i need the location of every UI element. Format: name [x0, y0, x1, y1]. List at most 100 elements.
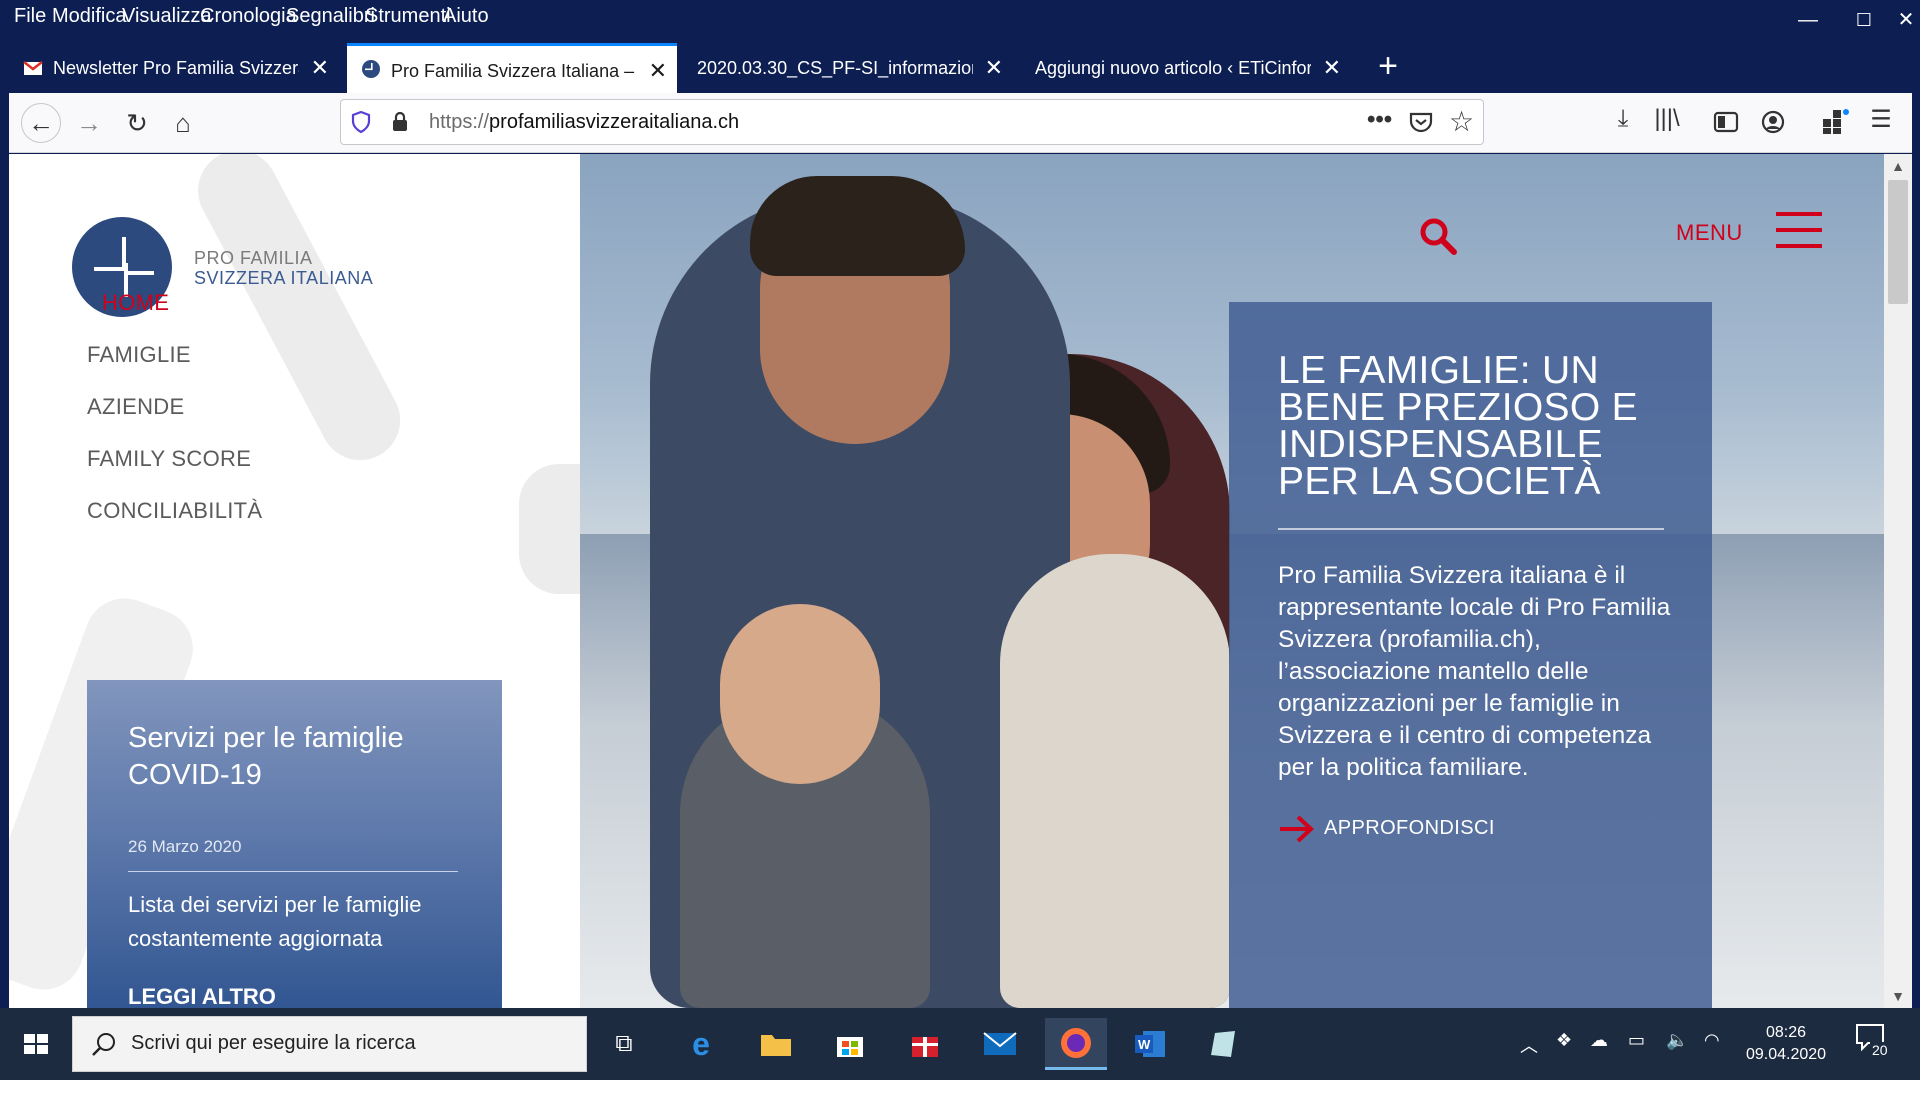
lock-icon[interactable] — [391, 111, 409, 133]
extensions-icon[interactable] — [1821, 109, 1849, 135]
forward-icon[interactable]: → — [71, 105, 107, 141]
pocket-icon[interactable] — [1409, 111, 1433, 133]
windows-taskbar: Scrivi qui per eseguire la ricerca ⧉ e W… — [0, 1008, 1920, 1080]
store-icon[interactable] — [822, 1018, 878, 1070]
nav-home[interactable]: HOME — [102, 290, 169, 316]
search-icon[interactable] — [1418, 216, 1458, 256]
url-bar[interactable]: https://profamiliasvizzeraitaliana.ch ••… — [340, 99, 1484, 145]
menu-modifica[interactable]: Modifica — [52, 5, 126, 28]
dropbox-icon[interactable]: ❖ — [1556, 1030, 1572, 1102]
menu-segnalibri[interactable]: Segnalibri — [286, 5, 375, 28]
download-icon[interactable]: ⤓ — [1607, 105, 1639, 133]
word-icon[interactable]: W — [1122, 1018, 1178, 1070]
tab-profamilia[interactable]: Pro Familia Svizzera Italiana – H ✕ — [347, 43, 677, 93]
page-scrollbar[interactable]: ▲ ▼ — [1884, 154, 1912, 1008]
url-text[interactable]: https://profamiliasvizzeraitaliana.ch — [429, 111, 739, 134]
file-explorer-icon[interactable] — [748, 1018, 804, 1070]
tab-title: Pro Familia Svizzera Italiana – H — [391, 61, 637, 81]
gmail-icon — [23, 61, 43, 75]
menu-file[interactable]: File — [14, 5, 46, 28]
hero-card: LE FAMIGLIE: UN BENE PREZIOSO E INDISPEN… — [1229, 302, 1712, 1008]
onedrive-icon[interactable]: ☁ — [1590, 1030, 1608, 1102]
nav-conciliabilita[interactable]: CONCILIABILITÀ — [87, 498, 262, 524]
nav-famiglie[interactable]: FAMIGLIE — [87, 342, 191, 368]
tab-close-icon[interactable]: ✕ — [1323, 43, 1341, 93]
search-placeholder: Scrivi qui per eseguire la ricerca — [131, 1032, 416, 1054]
wifi-icon[interactable]: ◠ — [1704, 1030, 1720, 1102]
news-card-date: 26 Marzo 2020 — [128, 837, 242, 856]
tray-chevron-icon[interactable]: ︿ — [1520, 1032, 1538, 1104]
tab-comunicato[interactable]: 2020.03.30_CS_PF-SI_informazioni-p ✕ — [683, 43, 1013, 93]
logo-line-2: SVIZZERA ITALIANA — [194, 268, 374, 288]
menu-visualizza[interactable]: Visualizza — [122, 5, 212, 28]
system-clock[interactable]: 08:26 09.04.2020 — [1740, 1022, 1832, 1066]
windows-start-icon[interactable] — [0, 1008, 72, 1080]
volume-icon[interactable]: 🔈 — [1666, 1030, 1688, 1102]
news-card[interactable]: Servizi per le famiglie COVID-19 26 Marz… — [87, 680, 502, 1008]
notepad-app-icon[interactable] — [1195, 1018, 1251, 1070]
menu-icon[interactable]: ☰ — [1865, 105, 1897, 134]
minimize-button[interactable]: — — [1780, 0, 1836, 33]
page-content: PRO FAMILIA SVIZZERA ITALIANA HOME FAMIG… — [9, 154, 1884, 1008]
scroll-thumb[interactable] — [1888, 180, 1908, 304]
home-icon[interactable]: ⌂ — [165, 105, 201, 141]
tab-newsletter[interactable]: Newsletter Pro Familia Svizzera ✕ — [9, 43, 339, 93]
firefox-icon[interactable] — [1045, 1018, 1107, 1070]
hero-section: MENU LE FAMIGLIE: UN BENE PREZIOSO E IND… — [580, 154, 1884, 1008]
navigation-bar: ← → ↻ ⌂ https://profamiliasvizzeraitalia… — [9, 93, 1912, 153]
more-icon[interactable]: ••• — [1367, 106, 1392, 134]
tab-close-icon[interactable]: ✕ — [311, 43, 329, 93]
taskbar-search-input[interactable]: Scrivi qui per eseguire la ricerca — [72, 1016, 587, 1072]
hero-divider — [1278, 528, 1664, 530]
hamburger-menu-icon[interactable] — [1776, 212, 1822, 248]
news-card-divider — [128, 871, 458, 872]
read-more-link[interactable]: LEGGI ALTRO — [128, 984, 276, 1008]
tab-close-icon[interactable]: ✕ — [985, 43, 1003, 93]
site-logo-text[interactable]: PRO FAMILIA SVIZZERA ITALIANA — [194, 248, 373, 288]
gift-app-icon[interactable] — [897, 1018, 953, 1070]
maximize-button[interactable]: ☐ — [1836, 0, 1892, 33]
mail-icon[interactable] — [972, 1018, 1028, 1070]
firefox-window: File Modifica Visualizza Cronologia Segn… — [0, 0, 1920, 1008]
notifications-icon[interactable]: 20 — [1854, 1022, 1894, 1094]
account-icon[interactable] — [1761, 110, 1785, 134]
new-tab-button[interactable]: + — [1368, 43, 1408, 93]
cta-label[interactable]: APPROFONDISCI — [1324, 817, 1495, 840]
menu-cronologia[interactable]: Cronologia — [200, 5, 297, 28]
clock-date: 09.04.2020 — [1745, 1046, 1827, 1063]
nav-aziende[interactable]: AZIENDE — [87, 394, 184, 420]
nav-family-score[interactable]: FAMILY SCORE — [87, 446, 251, 472]
menu-bar: File Modifica Visualizza Cronologia Segn… — [0, 0, 1920, 33]
tab-close-icon[interactable]: ✕ — [649, 46, 667, 93]
scroll-up-icon[interactable]: ▲ — [1884, 154, 1912, 178]
tab-eticinfo[interactable]: Aggiungi nuovo articolo ‹ ETiCinfor ✕ — [1021, 43, 1351, 93]
shield-icon[interactable] — [351, 111, 371, 133]
menu-strumenti[interactable]: Strumenti — [365, 5, 451, 28]
scroll-down-icon[interactable]: ▼ — [1884, 984, 1912, 1008]
back-icon[interactable]: ← — [21, 103, 61, 143]
battery-icon[interactable]: ▭ — [1628, 1030, 1645, 1102]
decorative-stroke — [184, 154, 415, 475]
tab-bar: Newsletter Pro Familia Svizzera ✕ Pro Fa… — [0, 43, 1920, 93]
reload-icon[interactable]: ↻ — [119, 105, 155, 141]
hero-text: Pro Familia Svizzera italiana è il rappr… — [1278, 562, 1671, 781]
news-card-title[interactable]: Servizi per le famiglie COVID-19 — [128, 720, 468, 794]
edge-icon[interactable]: e — [673, 1018, 729, 1070]
sidebar-icon[interactable] — [1713, 111, 1739, 133]
star-icon[interactable]: ☆ — [1449, 105, 1474, 138]
menu-aiuto[interactable]: Aiuto — [443, 5, 489, 28]
clock-time: 08:26 — [1765, 1024, 1807, 1041]
news-card-text: Lista dei servizi per le famiglie costan… — [128, 892, 422, 951]
tab-title: Aggiungi nuovo articolo ‹ ETiCinfor — [1035, 58, 1311, 78]
arrow-right-icon — [1280, 815, 1314, 843]
library-icon[interactable]: |||\ — [1651, 105, 1683, 133]
menu-label[interactable]: MENU — [1676, 220, 1743, 246]
svg-text:W: W — [1138, 1037, 1151, 1052]
logo-line-1: PRO FAMILIA — [194, 248, 313, 268]
hero-title: LE FAMIGLIE: UN BENE PREZIOSO E INDISPEN… — [1278, 349, 1638, 503]
task-view-icon[interactable]: ⧉ — [596, 1018, 652, 1070]
tab-title: 2020.03.30_CS_PF-SI_informazioni-p — [697, 58, 973, 78]
notifications-count: 20 — [1870, 1042, 1890, 1058]
close-window-button[interactable]: ✕ — [1892, 0, 1920, 33]
search-icon — [92, 1033, 115, 1056]
